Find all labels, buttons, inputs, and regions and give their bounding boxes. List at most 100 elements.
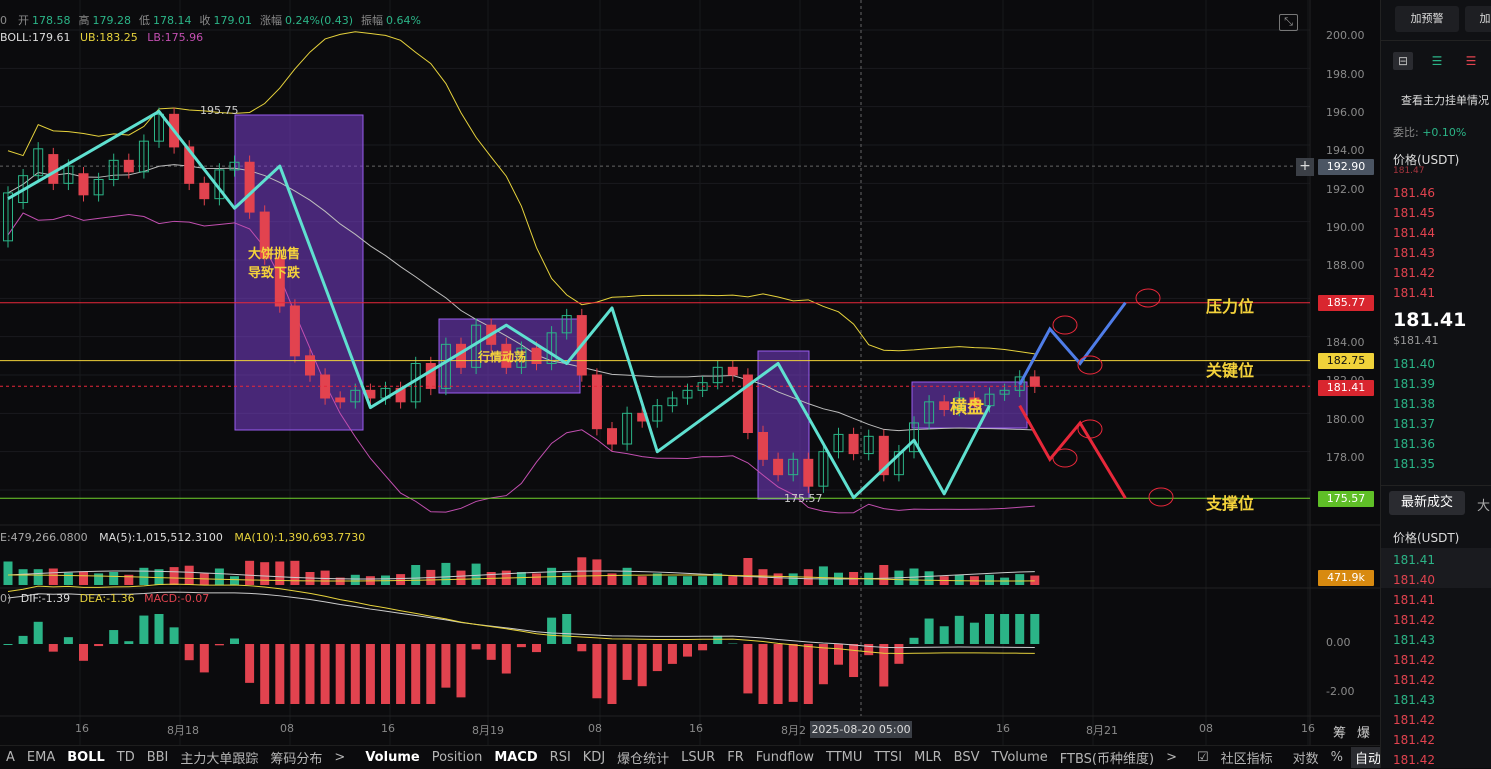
volume-bar <box>623 568 632 585</box>
latest-trades-tab[interactable]: 最新成交 <box>1389 491 1465 515</box>
trade-row: 181.42 <box>1393 613 1435 627</box>
sub-indicator-tab[interactable]: MLR <box>914 750 942 765</box>
sub-indicator-tab[interactable]: 爆仓统计 <box>617 748 669 767</box>
price-axis-label: 190.00 <box>1326 221 1365 234</box>
sub-indicator-tab[interactable]: LSUR <box>681 750 715 765</box>
main-indicator-tab[interactable]: BBI <box>147 750 169 765</box>
percent-scale-toggle[interactable]: % <box>1331 750 1343 765</box>
price-axis-label: 198.00 <box>1326 68 1365 81</box>
mid-price-usd: $181.41 <box>1393 334 1439 347</box>
sub-indicator-tab[interactable]: FR <box>727 750 744 765</box>
ask-row[interactable]: 181.46 <box>1393 186 1435 200</box>
main-indicator-tab[interactable]: TD <box>117 750 135 765</box>
ask-row[interactable]: 181.42 <box>1393 266 1435 280</box>
bid-row[interactable]: 181.37 <box>1393 417 1435 431</box>
ask-row[interactable]: 181.45 <box>1393 206 1435 220</box>
sub-indicator-tab[interactable]: RSI <box>550 750 571 765</box>
community-indicators-button[interactable]: 社区指标 <box>1221 748 1273 767</box>
ohlc-label: 高 <box>79 14 90 27</box>
volume-bar <box>592 559 601 585</box>
layout-both-icon[interactable]: ⊟ <box>1393 52 1413 70</box>
sideways-annotation: 横盘 <box>950 393 984 418</box>
sub-indicator-tab[interactable]: KDJ <box>583 750 605 765</box>
ask-row[interactable]: 181.43 <box>1393 246 1435 260</box>
candle-body <box>426 364 435 389</box>
ask-row[interactable]: 181.41 <box>1393 286 1435 300</box>
sub-indicator-tab[interactable]: > <box>1166 750 1177 765</box>
volume-bar <box>49 569 58 586</box>
crosshair-time-label: 2025-08-20 05:00 <box>810 721 912 738</box>
ask-row[interactable]: 181.47 <box>1393 166 1425 176</box>
volume-bar <box>698 576 707 585</box>
add-button[interactable]: 加 <box>1465 6 1491 32</box>
bid-row[interactable]: 181.40 <box>1393 357 1435 371</box>
sub-indicator-tab[interactable]: TTSI <box>874 750 902 765</box>
sub-indicator-tab[interactable]: BSV <box>954 750 980 765</box>
sub-indicator-tab[interactable]: Volume <box>365 750 419 765</box>
macd-histogram-bar <box>19 636 28 644</box>
layout-bids-icon[interactable]: ☰ <box>1427 52 1447 70</box>
candle-body <box>290 306 299 356</box>
sub-indicator-tab[interactable]: FTBS(币种维度) <box>1060 748 1154 767</box>
sell-annotation-line2: 导致下跌 <box>248 264 300 283</box>
trade-row: 181.43 <box>1393 633 1435 647</box>
mid-price: 181.41 <box>1393 309 1466 331</box>
time-axis-label: 16 <box>1301 722 1315 735</box>
trade-row: 181.40 <box>1393 573 1435 587</box>
layout-asks-icon[interactable]: ☰ <box>1461 52 1481 70</box>
order-ratio: 委比: +0.10% <box>1393 124 1466 140</box>
macd-histogram-bar <box>804 644 813 704</box>
main-indicator-tab[interactable]: > <box>334 750 345 765</box>
volume-bar <box>290 561 299 585</box>
price-axis-label: 184.00 <box>1326 336 1365 349</box>
macd-histogram-bar <box>426 644 435 704</box>
macd-dif: DIF:-1.39 <box>21 592 70 605</box>
main-indicator-tab[interactable]: 筹码分布 <box>270 748 322 767</box>
macd-value: MACD:-0.07 <box>144 592 209 605</box>
main-indicator-tab[interactable]: BOLL <box>67 750 105 765</box>
resistance-annotation: 压力位 <box>1206 293 1254 317</box>
edit-indicator-icon[interactable]: ☑ <box>1197 750 1209 765</box>
volume-bar <box>230 576 239 585</box>
chips-footer[interactable]: 筹 <box>1333 722 1346 741</box>
main-indicator-tab[interactable]: EMA <box>27 750 55 765</box>
macd-histogram-bar <box>713 636 722 644</box>
liquidation-footer[interactable]: 爆 <box>1357 722 1370 741</box>
low-label: 175.57 <box>784 492 823 505</box>
ask-row[interactable]: 181.44 <box>1393 226 1435 240</box>
sub-indicator-tab[interactable]: Position <box>432 750 483 765</box>
macd-histogram-bar <box>517 644 526 647</box>
bid-row[interactable]: 181.35 <box>1393 457 1435 471</box>
main-indicator-tab[interactable]: 主力大单跟踪 <box>180 748 258 767</box>
add-alert-plus-icon[interactable]: + <box>1296 158 1314 176</box>
add-alert-button[interactable]: 加预警 <box>1395 6 1459 32</box>
trade-row: 181.43 <box>1393 693 1435 707</box>
macd-histogram-bar <box>34 622 43 644</box>
sub-indicator-tab[interactable]: Fundflow <box>756 750 814 765</box>
ohlc-label: 振幅 <box>361 14 383 27</box>
macd-histogram-bar <box>396 644 405 704</box>
bid-row[interactable]: 181.36 <box>1393 437 1435 451</box>
log-scale-toggle[interactable]: 对数 <box>1293 748 1319 767</box>
sub-indicator-tab[interactable]: MACD <box>494 750 537 765</box>
macd-histogram-bar <box>155 614 164 644</box>
bid-row[interactable]: 181.38 <box>1393 397 1435 411</box>
sub-indicator-tab[interactable]: TTMU <box>826 750 862 765</box>
main-indicator-tab[interactable]: A <box>6 750 15 765</box>
bid-row[interactable]: 181.39 <box>1393 377 1435 391</box>
macd-histogram-bar <box>532 644 541 652</box>
main-orders-link[interactable]: 查看主力挂单情况 <box>1401 92 1489 108</box>
volume-bar <box>215 569 224 586</box>
large-trades-tab[interactable]: 大 <box>1477 495 1490 514</box>
macd-histogram-bar <box>698 644 707 650</box>
macd-histogram-bar <box>970 623 979 644</box>
sub-indicator-tab[interactable]: TVolume <box>992 750 1048 765</box>
forecast-up-path <box>1020 303 1126 385</box>
fullscreen-icon[interactable]: ⤡ <box>1279 14 1298 31</box>
chart-area[interactable]: 0开178.58高179.28低178.14收179.01涨幅0.24%(0.4… <box>0 0 1380 768</box>
macd-histogram-bar <box>653 644 662 671</box>
macd-histogram-bar <box>351 644 360 704</box>
ohlc-label: 0 <box>0 14 7 27</box>
macd-histogram-bar <box>290 644 299 704</box>
boll-upper-band <box>8 32 1035 354</box>
